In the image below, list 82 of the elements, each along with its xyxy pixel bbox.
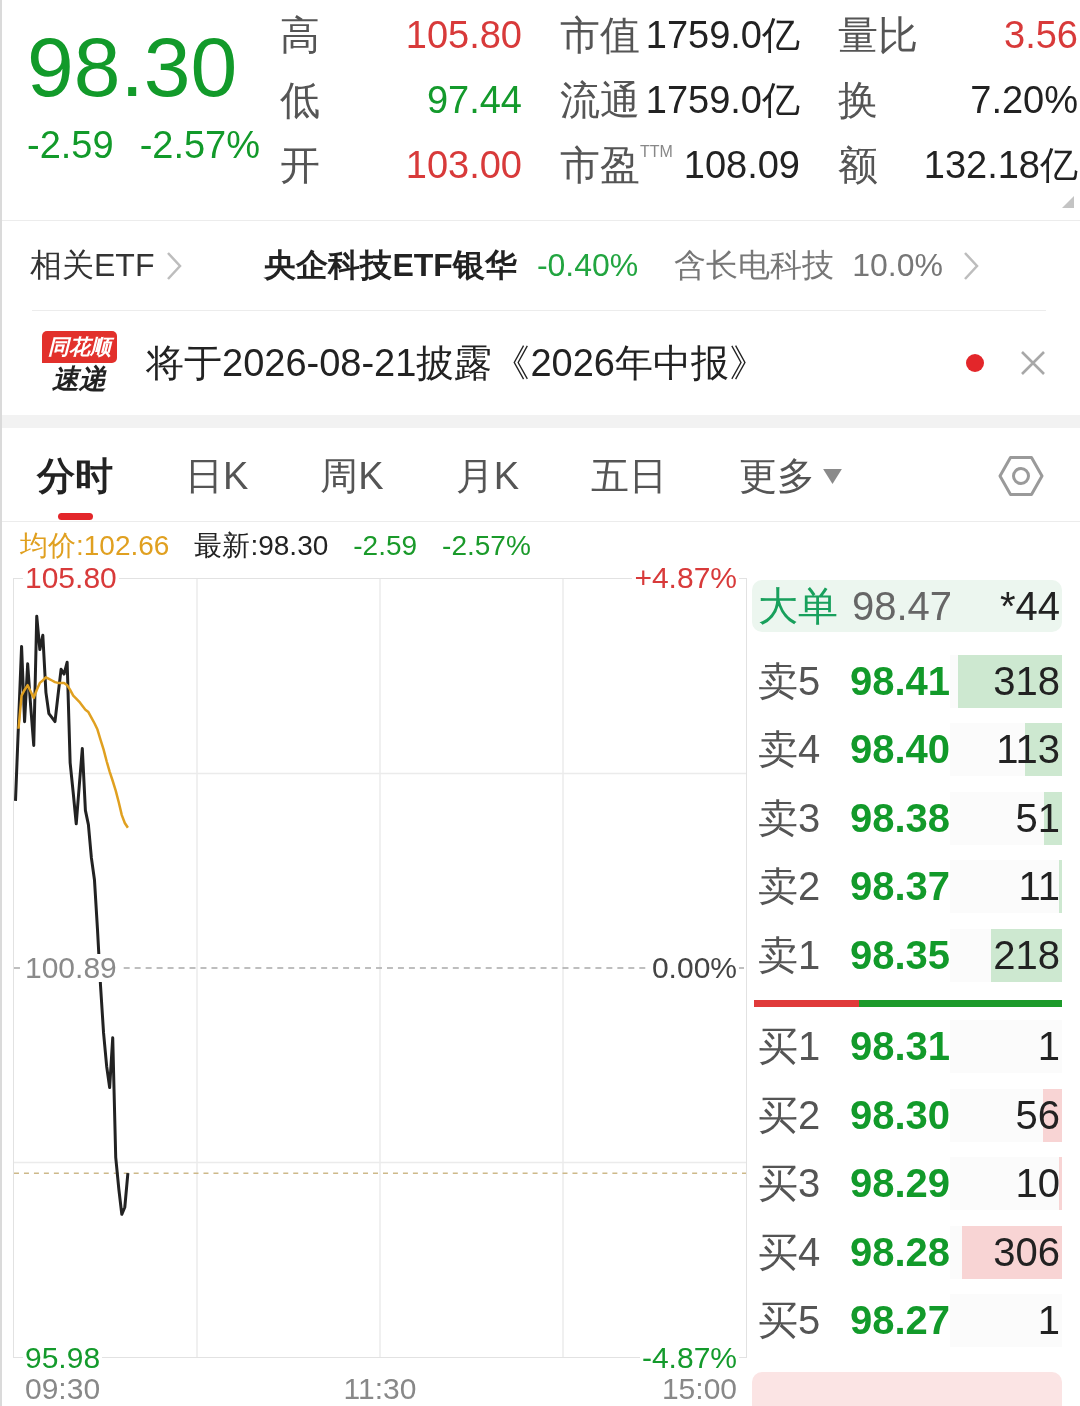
stat-label: 额 <box>838 142 878 189</box>
chart-legend-text: -2.57% <box>442 532 531 560</box>
ask-volume: 11 <box>1018 864 1061 910</box>
stat-label: 低 <box>280 77 320 124</box>
stat-label: 换 <box>838 77 878 124</box>
stat-label: 开 <box>280 142 320 189</box>
ask-level-label: 卖2 <box>758 863 822 911</box>
price-change-percent: -2.57% <box>139 126 261 164</box>
ask-volume: 51 <box>1015 795 1061 841</box>
chevron-right-icon[interactable] <box>166 250 183 281</box>
bid-price: 98.31 <box>849 1024 951 1070</box>
bid-level-label: 买4 <box>758 1228 822 1276</box>
bid-volume: 10 <box>1015 1161 1061 1207</box>
ask-level-label: 卖3 <box>758 794 822 842</box>
stat-value: 1759.0亿 <box>645 13 800 58</box>
stat-label: 市盈$^{TTM}$ <box>560 142 673 189</box>
bid-level-label: 买3 <box>758 1160 822 1208</box>
stat-value: 108.09 <box>683 144 800 187</box>
caret-down-icon <box>823 468 843 484</box>
close-icon[interactable] <box>1020 350 1046 376</box>
stat-value: 103.00 <box>405 144 522 187</box>
price-change: -2.59 <box>27 126 114 164</box>
bid-level-label: 买1 <box>758 1023 822 1071</box>
stat-value: 97.44 <box>426 79 522 122</box>
bid-price: 98.27 <box>849 1298 951 1344</box>
ask-price: 98.37 <box>849 864 951 910</box>
etf-change: -0.40% <box>536 247 639 284</box>
chart-legend-text: 均价:102.66 <box>20 532 170 560</box>
ask-volume: 318 <box>993 658 1061 704</box>
big-order-label: 大单 <box>758 582 839 630</box>
bid-price: 98.28 <box>849 1229 951 1275</box>
bid-price: 98.29 <box>849 1161 951 1207</box>
chart-period-tab[interactable]: 日K <box>185 454 249 498</box>
stat-label: 流通 <box>560 77 640 124</box>
ask-level-label: 卖1 <box>758 931 822 979</box>
chart-legend-text: -2.59 <box>353 532 418 560</box>
ask-level-label: 卖4 <box>758 726 822 774</box>
stat-label: 市值 <box>560 12 640 59</box>
last-price: 98.30 <box>27 25 239 109</box>
ask-price: 98.41 <box>849 658 951 704</box>
bid-volume: 1 <box>1037 1024 1061 1070</box>
news-source-label: 速递 <box>52 363 106 395</box>
stat-value: 1759.0亿 <box>645 78 800 123</box>
chevron-right-icon[interactable] <box>963 250 979 281</box>
etf-name[interactable]: 央企科技ETF银华 <box>264 243 517 288</box>
big-order-volume: *44 <box>999 583 1061 629</box>
time-axis-label: 15:00 <box>661 1375 737 1403</box>
bid-volume: 306 <box>993 1229 1061 1275</box>
related-etf-label[interactable]: 相关ETF <box>30 243 155 288</box>
news-headline[interactable]: 将于2026-08-21披露《2026年中报》 <box>146 337 767 389</box>
chart-period-tab[interactable]: 五日 <box>591 454 668 498</box>
settings-icon[interactable] <box>998 453 1044 499</box>
price-axis-label: 100.89 <box>23 954 119 982</box>
time-axis-label: 09:30 <box>25 1375 101 1403</box>
stat-value: 105.80 <box>405 14 522 57</box>
etf-holding-weight: 10.0% <box>852 247 943 284</box>
stat-value: 3.56 <box>1004 14 1078 57</box>
ask-price: 98.40 <box>849 727 951 773</box>
stat-label: 高 <box>280 12 320 59</box>
time-axis-label: 11:30 <box>343 1375 417 1403</box>
ask-price: 98.38 <box>849 795 951 841</box>
chart-period-tab[interactable]: 分时 <box>37 454 113 520</box>
ask-volume: 113 <box>996 727 1061 773</box>
big-order-price: 98.47 <box>852 583 953 629</box>
chart-period-tab[interactable]: 周K <box>320 454 384 498</box>
bid-level-label: 买5 <box>758 1297 822 1345</box>
bid-price: 98.30 <box>849 1092 951 1138</box>
corner-triangle-icon <box>1062 196 1074 208</box>
etf-holding-label: 含长电科技 <box>674 245 835 285</box>
ask-level-label: 卖5 <box>758 657 822 705</box>
bid-volume: 56 <box>1015 1092 1061 1138</box>
stat-value: 7.20% <box>970 79 1078 122</box>
stat-value: 132.18亿 <box>923 143 1078 188</box>
bid-volume: 1 <box>1037 1298 1061 1344</box>
ask-volume: 218 <box>993 932 1061 978</box>
ask-price: 98.35 <box>849 932 951 978</box>
news-source-badge: 同花顺 <box>41 331 117 363</box>
stat-label: 量比 <box>838 12 918 59</box>
bid-level-label: 买2 <box>758 1091 822 1139</box>
chart-period-tab[interactable]: 月K <box>455 454 520 498</box>
chart-legend-text: 最新:98.30 <box>194 532 329 560</box>
chart-period-tab[interactable]: 更多 <box>739 454 843 498</box>
